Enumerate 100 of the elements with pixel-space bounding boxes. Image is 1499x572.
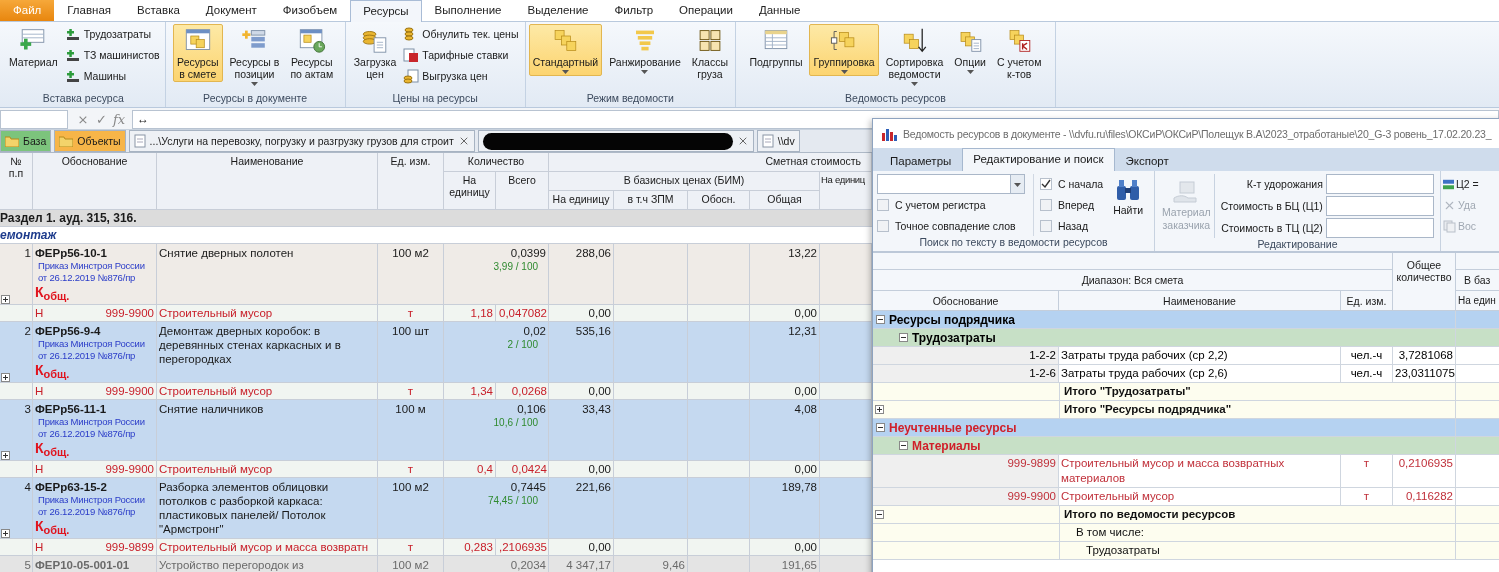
checkbox[interactable]: С начала xyxy=(1040,174,1104,194)
resource-row[interactable]: Н 999-9900 Строительный мусор т 1,34 0,0268 0,00 0,00 xyxy=(0,383,872,400)
column-header: В базисных ценах (БИМ) xyxy=(549,172,820,191)
ribbon-button[interactable]: Обнулить тек. цены xyxy=(403,24,521,44)
field-label: К-т удорожания xyxy=(1245,178,1323,191)
resource-row[interactable]: Н 999-9899 Строительный мусор и масса возвратн т 0,283 ,2106935 0,00 0,00 xyxy=(0,539,872,556)
per-unit-cell: 0,283 xyxy=(444,539,496,555)
document-tab[interactable]: База xyxy=(0,130,52,152)
expand-icon[interactable] xyxy=(1,451,10,460)
group-title: Трудозатраты xyxy=(912,330,996,345)
collapse-icon[interactable] xyxy=(899,333,908,342)
subgroup-row[interactable]: Трудозатраты xyxy=(873,329,1499,347)
ribbon-button[interactable]: Материал xyxy=(5,24,62,70)
resource-row[interactable]: 999-9900 Строительный мусор т 0,116282 xyxy=(873,488,1499,506)
tab[interactable]: Редактирование и поиск xyxy=(962,148,1115,171)
ribbon-button[interactable]: Выгрузка цен xyxy=(403,66,521,86)
position-code: ФЕРр56-10-1 xyxy=(35,246,108,260)
document-tab[interactable]: ...\Услуги на перевозку, погрузку и разгрузку грузов для строит xyxy=(128,130,475,152)
resource-row[interactable]: Н 999-9900 Строительный мусор т 1,18 0,047082 0,00 0,00 xyxy=(0,305,872,322)
menu-tab[interactable]: Вставка xyxy=(124,0,193,21)
quantity-cell: 23,0311075 xyxy=(1393,365,1456,382)
ribbon-button[interactable]: Ресурсы в смете xyxy=(173,24,223,82)
checkbox[interactable]: Вперед xyxy=(1040,195,1104,215)
menu-tab[interactable]: Операции xyxy=(666,0,746,21)
document-tab[interactable]: Объекты xyxy=(54,130,126,152)
checkbox[interactable]: С учетом регистра xyxy=(877,195,1025,215)
collapse-icon[interactable] xyxy=(875,510,884,519)
expand-icon[interactable] xyxy=(1,373,10,382)
collapse-icon[interactable] xyxy=(876,423,885,432)
menu-tab[interactable]: Физобъем xyxy=(269,0,351,21)
ribbon-button[interactable]: Ресурсы в позиции xyxy=(225,24,284,88)
position-row[interactable]: 5 ФЕР10-05-001-01 Устройство перегородок из 100 м2 0,2034 4 347,17 9,46 191,65 xyxy=(0,556,872,572)
document-icon xyxy=(761,134,774,148)
resource-row[interactable]: 999-9899 Строительный мусор и масса возвратных материалов т 0,2106935 xyxy=(873,455,1499,488)
find-button[interactable]: Найти xyxy=(1111,174,1146,236)
menu-tab[interactable]: Документ xyxy=(192,0,270,21)
ribbon-button[interactable]: Подгруппы xyxy=(745,24,807,70)
ribbon-button[interactable]: Загрузка цен xyxy=(349,24,401,82)
input-field[interactable] xyxy=(1325,196,1434,216)
price-cell: 0,00 xyxy=(549,305,614,321)
ribbon-button[interactable]: Сортировка ведомости xyxy=(881,24,948,88)
tab[interactable]: Экспорт xyxy=(1114,150,1180,171)
coefficient-mark: К$_{общ.}$ xyxy=(35,362,71,382)
input-field[interactable] xyxy=(1325,174,1434,195)
expand-icon[interactable] xyxy=(1,295,10,304)
checkbox[interactable]: Назад xyxy=(1040,216,1104,236)
resource-name: Строительный мусор xyxy=(1059,488,1341,505)
ribbon-button[interactable]: Классы груза xyxy=(687,24,732,82)
ribbon-button[interactable]: Ранжирование xyxy=(605,24,685,76)
subgroup-row[interactable]: Материалы xyxy=(873,437,1499,455)
ribbon-button[interactable]: Трудозатраты xyxy=(64,24,162,44)
resource-code: 999-9900 xyxy=(105,384,154,398)
quantity-ratio: 10,6 / 100 xyxy=(492,416,539,429)
resource-row[interactable]: 1-2-6 Затраты труда рабочих (ср 2,6) чел.-ч 23,0311075 xyxy=(873,365,1499,383)
document-tab[interactable] xyxy=(477,130,754,152)
row-number: 3 xyxy=(23,402,31,416)
group-label: Редактирование xyxy=(1256,238,1339,251)
toolbar-button[interactable]: Ц2 = xyxy=(1443,174,1479,194)
menu-tab[interactable]: Данные xyxy=(745,0,814,21)
row-number: 4 xyxy=(23,480,31,494)
document-badge-icon xyxy=(403,47,420,63)
position-row[interactable]: 1 ФЕРр56-10-1 Приказ Минстроя России от 26.12.2019 №876/пр К$_{общ.}$ Снятие дверных полотен 100 м2 0,0399 3,99 / 100 288,06 13,22 xyxy=(0,244,872,305)
collapse-icon[interactable] xyxy=(876,315,885,324)
per-unit-cell: 1,18 xyxy=(444,305,496,321)
resource-row[interactable]: 1-2-2 Затраты труда рабочих (ср 2,2) чел.-ч 3,7281068 xyxy=(873,347,1499,365)
ribbon-button[interactable]: Ресурсы по актам xyxy=(286,24,338,82)
checkbox[interactable]: Точное совпадение слов xyxy=(877,216,1025,236)
ribbon-button[interactable]: Стандартный xyxy=(528,24,603,76)
column-header: Обоснование xyxy=(873,291,1059,311)
quantity-ratio: 3,99 / 100 xyxy=(492,260,539,273)
ribbon-button[interactable]: ТЗ машинистов xyxy=(64,45,162,65)
menu-tab[interactable]: Фильтр xyxy=(601,0,667,21)
resource-name: Строительный мусор xyxy=(157,461,378,477)
position-row[interactable] xyxy=(0,478,872,539)
ribbon-button[interactable]: С учетом к-тов xyxy=(992,24,1046,82)
ribbon-button[interactable]: Тарифные ставки xyxy=(403,45,521,65)
ribbon-button[interactable]: Группировка xyxy=(809,24,879,76)
menu-tab[interactable]: Выделение xyxy=(514,0,602,21)
ribbon-button[interactable]: Опции xyxy=(950,24,990,76)
expand-icon[interactable] xyxy=(1,529,10,538)
menu-tab[interactable]: Выполнение xyxy=(421,0,515,21)
resource-name: Затраты труда рабочих (ср 2,2) xyxy=(1059,347,1341,364)
ribbon-button[interactable]: Машины xyxy=(64,66,162,86)
section-title: Раздел 1. ауд. 315, 316. xyxy=(0,210,872,227)
quantity-total: 0,047082 xyxy=(496,305,549,321)
expand-icon[interactable] xyxy=(875,405,884,414)
collapse-icon[interactable] xyxy=(899,441,908,450)
copy-icon xyxy=(1443,219,1456,233)
search-field[interactable] xyxy=(877,174,1025,194)
menu-tab[interactable]: Главная xyxy=(54,0,125,21)
position-row[interactable]: 2 ФЕРр56-9-4 Приказ Минстроя России от 26.12.2019 №876/пр К$_{общ.}$ Демонтаж дверных коробок: в деревянных стенах каркасных и в перегородках 100 шт 0,02 2 / 100 535,16 12,31 xyxy=(0,322,872,383)
position-row[interactable]: 3 ФЕРр56-11-1 Приказ Минстроя России от 26.12.2019 №876/пр К$_{общ.}$ Снятие наличников 100 м 0,106 10,6 / 100 33,43 4,08 xyxy=(0,400,872,461)
input-field[interactable] xyxy=(1325,217,1434,238)
menu-tab[interactable]: Ресурсы xyxy=(350,0,422,22)
resource-row[interactable]: Н 999-9900 Строительный мусор т 0,4 0,0424 0,00 0,00 xyxy=(0,461,872,478)
tab[interactable]: Параметры xyxy=(879,150,963,171)
unit-cell: т xyxy=(378,305,444,321)
group-row[interactable]: Ресурсы подрядчика xyxy=(873,311,1499,329)
document-tab[interactable]: \\dv xyxy=(756,130,800,152)
folder-icon xyxy=(59,135,74,147)
